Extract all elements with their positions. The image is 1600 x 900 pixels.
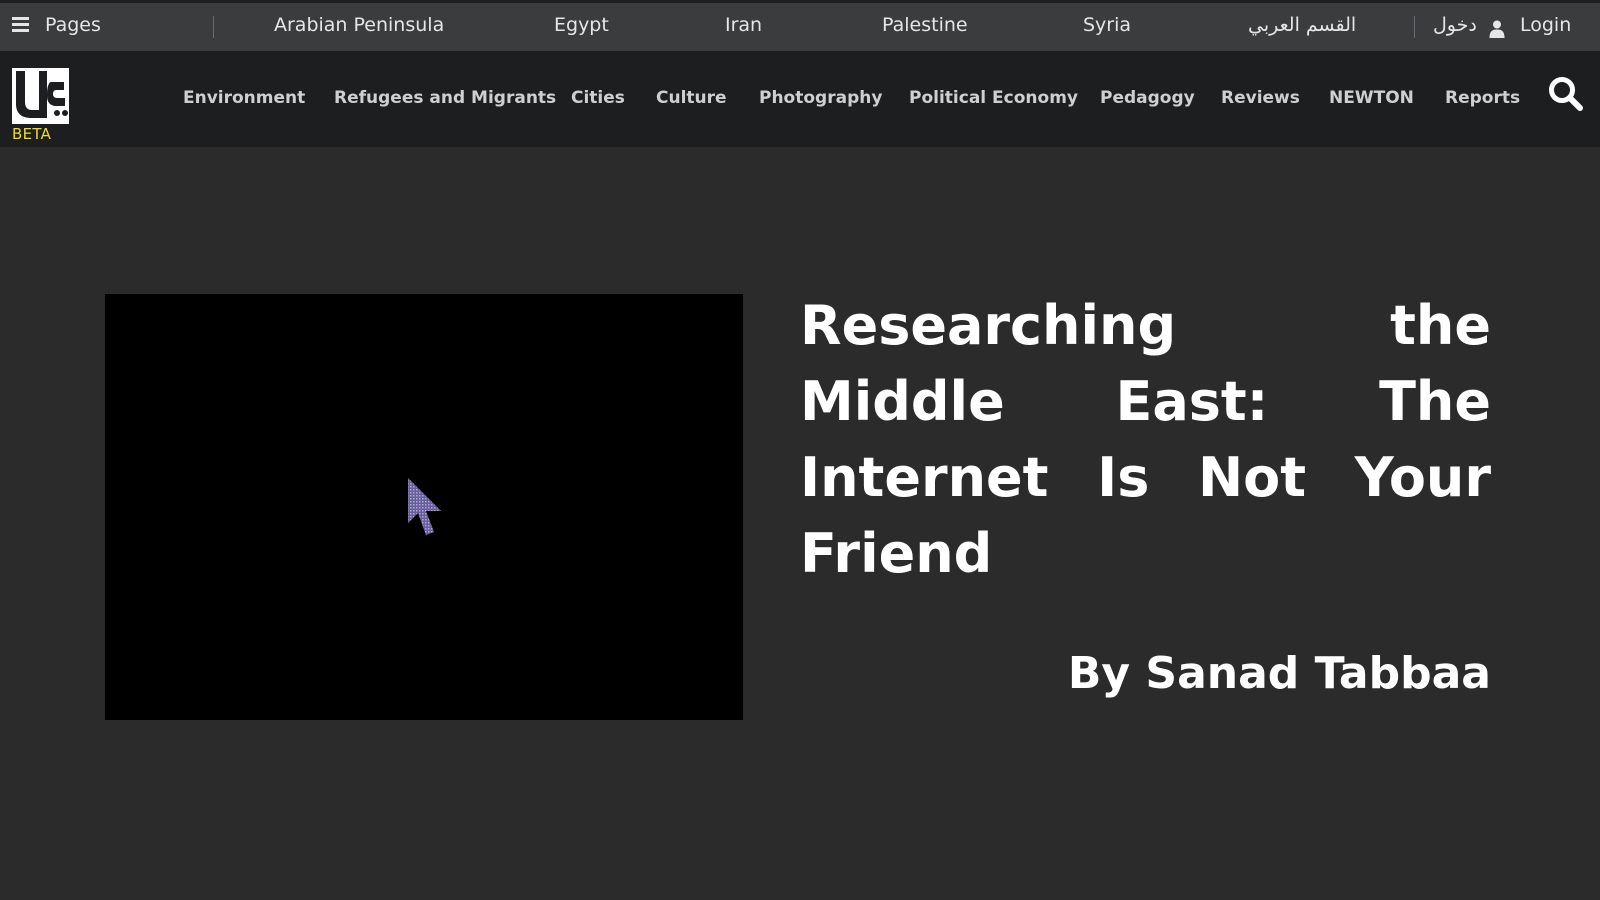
nav-item-newton[interactable]: NEWTON xyxy=(1329,88,1414,108)
nav-item-refugees-and-migrants[interactable]: Refugees and Migrants xyxy=(334,88,556,108)
nav-item-political-economy[interactable]: Political Economy xyxy=(909,88,1078,108)
arabic-login-link[interactable]: دخول xyxy=(1433,14,1477,36)
article-hero-image[interactable] xyxy=(105,294,743,720)
beta-badge: BETA xyxy=(12,125,52,143)
top-link-iran[interactable]: Iran xyxy=(725,14,762,36)
nav-item-reports[interactable]: Reports xyxy=(1445,88,1520,108)
top-link-egypt[interactable]: Egypt xyxy=(554,14,609,36)
nav-item-reviews[interactable]: Reviews xyxy=(1221,88,1300,108)
search-icon[interactable] xyxy=(1548,76,1584,112)
top-utility-bar: Pages Arabian Peninsula Egypt Iran Pales… xyxy=(0,0,1600,51)
site-logo[interactable] xyxy=(12,68,69,124)
login-link[interactable]: Login xyxy=(1520,14,1571,36)
user-icon[interactable] xyxy=(1489,20,1505,38)
nav-item-pedagogy[interactable]: Pedagogy xyxy=(1100,88,1195,108)
nav-item-photography[interactable]: Photography xyxy=(759,88,882,108)
top-link-palestine[interactable]: Palestine xyxy=(882,14,968,36)
hamburger-menu-icon[interactable] xyxy=(12,17,32,35)
top-link-arabian-peninsula[interactable]: Arabian Peninsula xyxy=(274,14,444,36)
nav-item-environment[interactable]: Environment xyxy=(183,88,305,108)
top-link-syria[interactable]: Syria xyxy=(1083,14,1131,36)
nav-item-culture[interactable]: Culture xyxy=(656,88,727,108)
pixel-cursor-image xyxy=(408,478,441,535)
divider xyxy=(1414,16,1415,38)
article-title: Researching the Middle East: The Interne… xyxy=(800,294,1491,585)
nav-item-cities[interactable]: Cities xyxy=(571,88,625,108)
main-navigation: BETA Environment Refugees and Migrants C… xyxy=(0,51,1600,147)
arabic-section-link[interactable]: القسم العربي xyxy=(1248,14,1356,36)
pages-menu-label[interactable]: Pages xyxy=(45,14,101,36)
divider xyxy=(213,16,214,38)
article-byline: By Sanad Tabbaa xyxy=(1067,648,1491,699)
